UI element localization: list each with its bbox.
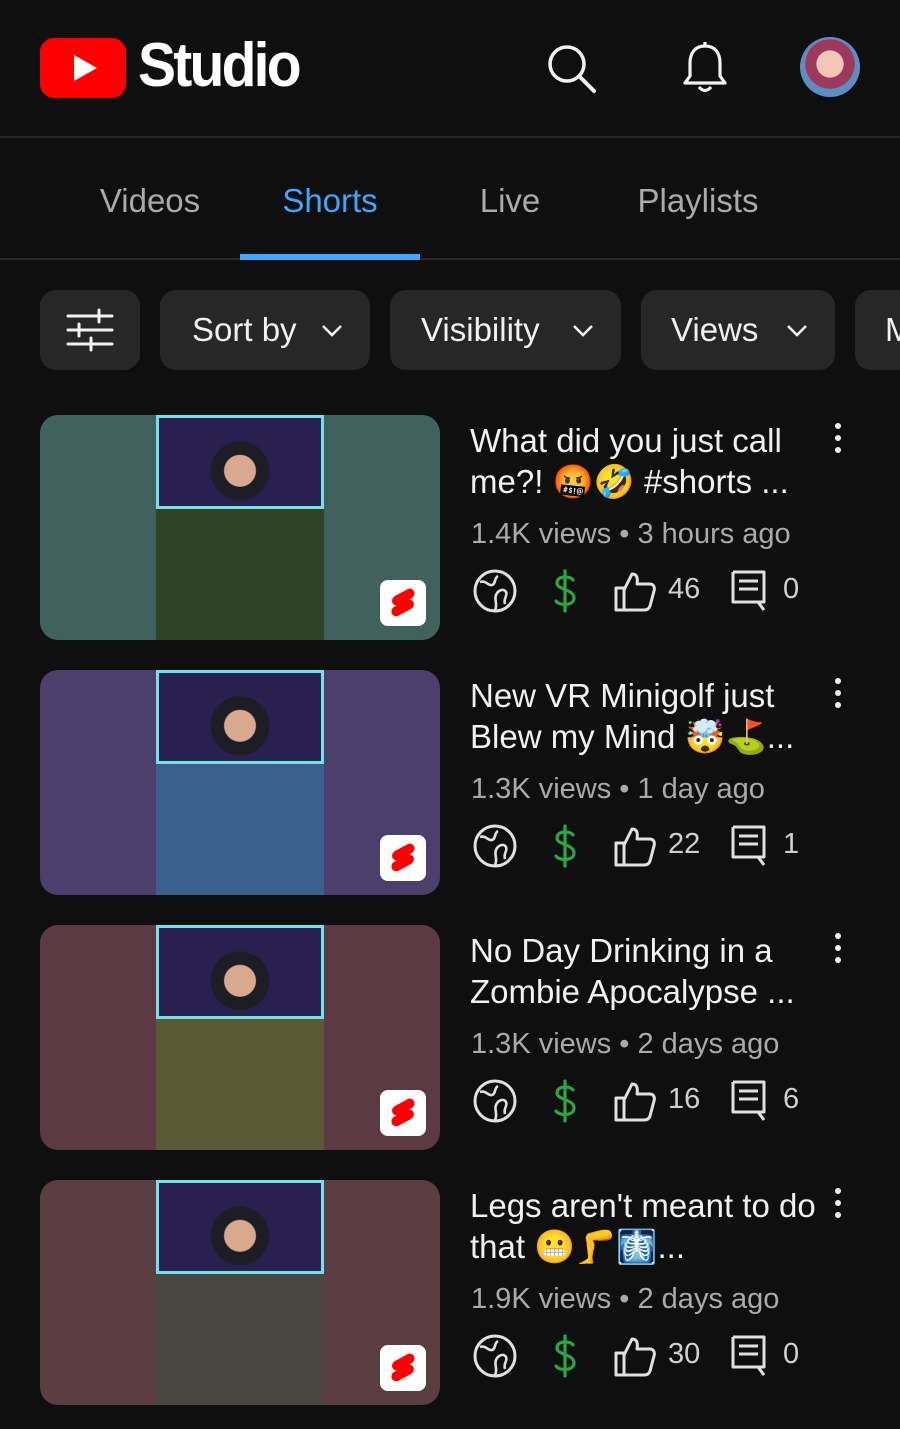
sort-by-chip[interactable]: Sort by: [160, 290, 370, 370]
thumbs-up-icon: [614, 1082, 656, 1122]
gameplay-image: [156, 764, 324, 895]
video-row[interactable]: Legs aren't meant to do that 😬🦵🩻... 1.9K…: [0, 1180, 900, 1405]
thumbnail-frame: [156, 670, 324, 895]
chevron-down-icon: [787, 325, 807, 337]
comment-count: 6: [783, 1083, 800, 1115]
webcam-overlay: [156, 925, 324, 1019]
thumbs-up-icon: [614, 1337, 656, 1377]
views-chip[interactable]: Views: [641, 290, 835, 370]
shorts-icon: [380, 1345, 426, 1391]
gameplay-image: [156, 1274, 324, 1405]
thumbnail-frame: [156, 925, 324, 1150]
shorts-icon: [380, 835, 426, 881]
active-tab-indicator: [240, 254, 420, 260]
visibility-chip[interactable]: Visibility: [390, 290, 621, 370]
chevron-down-icon: [322, 325, 342, 337]
like-count: 30: [668, 1338, 701, 1370]
monetization-dollar-icon: [554, 569, 576, 613]
webcam-overlay: [156, 1180, 324, 1274]
video-stats: 30 0: [470, 1330, 890, 1380]
video-meta: 1.3K views • 2 days ago: [471, 1028, 780, 1060]
video-title[interactable]: No Day Drinking in a Zombie Apocalypse .…: [470, 930, 820, 1012]
monetization-dollar-icon: [554, 824, 576, 868]
app-brand: Studio: [138, 31, 302, 100]
more-vert-icon[interactable]: [826, 676, 850, 710]
chip-label: Sort by: [192, 311, 297, 348]
chip-label: Views: [671, 311, 759, 348]
thumbnail-frame: [156, 1180, 324, 1405]
comment-count: 0: [783, 1338, 800, 1370]
more-vert-icon[interactable]: [826, 931, 850, 965]
thumbs-up-icon: [614, 572, 656, 612]
more-vert-icon[interactable]: [826, 421, 850, 455]
gameplay-image: [156, 509, 324, 640]
comment-count: 1: [783, 828, 800, 860]
tab-shorts[interactable]: Shorts: [240, 140, 420, 260]
video-stats: 46 0: [470, 565, 890, 615]
shorts-icon: [380, 1090, 426, 1136]
filter-bar: Sort by Visibility Views M: [0, 290, 900, 370]
more-filter-chip[interactable]: M: [855, 290, 900, 370]
chip-label: M: [885, 311, 900, 348]
video-row[interactable]: No Day Drinking in a Zombie Apocalypse .…: [0, 925, 900, 1150]
filter-button[interactable]: [40, 290, 140, 370]
avatar[interactable]: [800, 37, 860, 97]
tune-icon: [66, 308, 114, 352]
video-stats: 22 1: [470, 820, 890, 870]
chip-label: Visibility: [421, 311, 540, 348]
comment-icon: [731, 1335, 766, 1376]
comment-icon: [731, 570, 766, 611]
like-count: 16: [668, 1083, 701, 1115]
video-title[interactable]: What did you just call me?! 🤬🤣 #shorts .…: [470, 420, 820, 502]
chevron-down-icon: [573, 325, 593, 337]
video-title[interactable]: Legs aren't meant to do that 😬🦵🩻...: [470, 1185, 820, 1267]
video-stats: 16 6: [470, 1075, 890, 1125]
shorts-icon: [380, 580, 426, 626]
webcam-overlay: [156, 415, 324, 509]
globe-icon: [473, 824, 517, 868]
monetization-dollar-icon: [554, 1079, 576, 1123]
content-tabs: Videos Shorts Live Playlists: [0, 140, 900, 260]
thumbnail-frame: [156, 415, 324, 640]
comment-count: 0: [783, 573, 800, 605]
webcam-overlay: [156, 670, 324, 764]
search-icon[interactable]: [543, 40, 599, 96]
more-vert-icon[interactable]: [826, 1186, 850, 1220]
comment-icon: [731, 825, 766, 866]
thumbs-up-icon: [614, 827, 656, 867]
globe-icon: [473, 1079, 517, 1123]
comment-icon: [731, 1080, 766, 1121]
gameplay-image: [156, 1019, 324, 1150]
like-count: 22: [668, 828, 701, 860]
like-count: 46: [668, 573, 701, 605]
video-title[interactable]: New VR Minigolf just Blew my Mind 🤯⛳...: [470, 675, 820, 757]
video-meta: 1.4K views • 3 hours ago: [471, 518, 791, 550]
youtube-play-icon[interactable]: [40, 38, 126, 98]
tab-live[interactable]: Live: [420, 140, 600, 260]
globe-icon: [473, 1334, 517, 1378]
video-row[interactable]: What did you just call me?! 🤬🤣 #shorts .…: [0, 415, 900, 640]
video-meta: 1.9K views • 2 days ago: [471, 1283, 780, 1315]
bell-icon[interactable]: [677, 40, 733, 96]
app-header: Studio: [0, 0, 900, 138]
tab-videos[interactable]: Videos: [60, 140, 240, 260]
video-meta: 1.3K views • 1 day ago: [471, 773, 765, 805]
monetization-dollar-icon: [554, 1334, 576, 1378]
globe-icon: [473, 569, 517, 613]
tab-playlists[interactable]: Playlists: [600, 140, 796, 260]
video-row[interactable]: New VR Minigolf just Blew my Mind 🤯⛳... …: [0, 670, 900, 895]
